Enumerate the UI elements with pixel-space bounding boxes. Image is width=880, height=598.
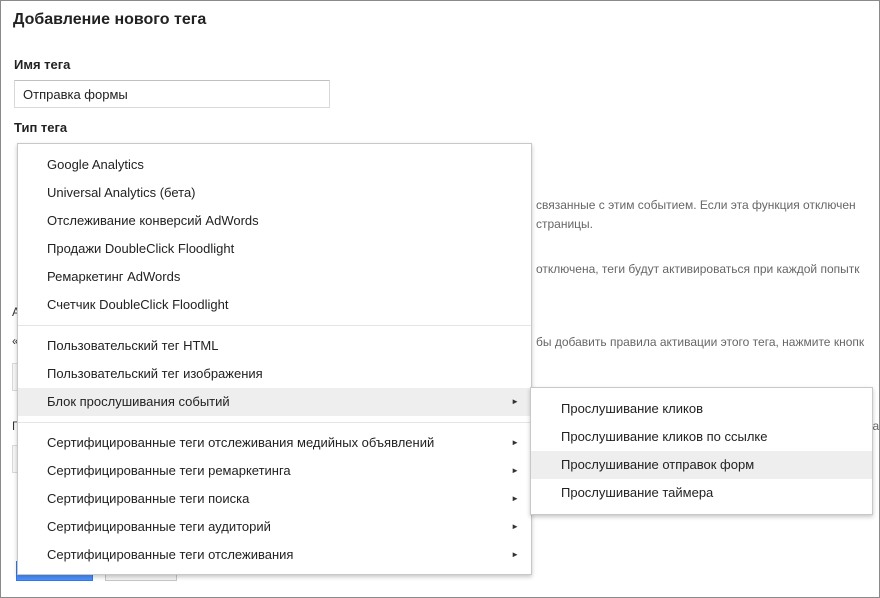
- menu-item-label: Сертифицированные теги аудиторий: [47, 519, 271, 534]
- menu-item-label: Прослушивание кликов по ссылке: [561, 429, 768, 444]
- tag-name-label: Имя тега: [14, 57, 71, 72]
- menu-item-label: Google Analytics: [47, 157, 144, 172]
- menu-item-cert-tracking[interactable]: Сертифицированные теги отслеживания ►: [18, 541, 531, 569]
- tag-type-menu: Google Analytics Universal Analytics (бе…: [17, 143, 532, 575]
- menu-item-label: Пользовательский тег изображения: [47, 366, 263, 381]
- page-title: Добавление нового тега: [13, 11, 207, 28]
- menu-item-label: Сертифицированные теги поиска: [47, 491, 250, 506]
- menu-item-custom-image[interactable]: Пользовательский тег изображения: [18, 360, 531, 388]
- menu-item-universal-analytics[interactable]: Universal Analytics (бета): [18, 179, 531, 207]
- dialog-frame: Добавление нового тега Имя тега Тип тега…: [0, 0, 880, 598]
- submenu-item-link-click-listener[interactable]: Прослушивание кликов по ссылке: [531, 423, 872, 451]
- help-text-line: страницы.: [536, 217, 594, 231]
- submenu-arrow-icon: ►: [511, 466, 519, 475]
- submenu-item-timer-listener[interactable]: Прослушивание таймера: [531, 479, 872, 507]
- menu-item-custom-html[interactable]: Пользовательский тег HTML: [18, 332, 531, 360]
- help-text-line: бы добавить правила активации этого тега…: [536, 335, 865, 349]
- menu-item-label: Счетчик DoubleClick Floodlight: [47, 297, 229, 312]
- menu-item-label: Ремаркетинг AdWords: [47, 269, 181, 284]
- submenu-arrow-icon: ►: [511, 522, 519, 531]
- menu-item-cert-search[interactable]: Сертифицированные теги поиска ►: [18, 485, 531, 513]
- menu-item-cert-audiences[interactable]: Сертифицированные теги аудиторий ►: [18, 513, 531, 541]
- menu-item-cert-remarketing[interactable]: Сертифицированные теги ремаркетинга ►: [18, 457, 531, 485]
- menu-item-floodlight-counter[interactable]: Счетчик DoubleClick Floodlight: [18, 291, 531, 319]
- menu-item-label: Пользовательский тег HTML: [47, 338, 219, 353]
- tag-type-label: Тип тега: [14, 120, 68, 135]
- help-text-line: отключена, теги будут активироваться при…: [536, 262, 860, 276]
- submenu-arrow-icon: ►: [511, 438, 519, 447]
- help-text-line: связанные с этим событием. Если эта функ…: [536, 198, 856, 212]
- menu-item-google-analytics[interactable]: Google Analytics: [18, 151, 531, 179]
- menu-item-label: Universal Analytics (бета): [47, 185, 196, 200]
- menu-item-label: Прослушивание кликов: [561, 401, 704, 416]
- submenu-arrow-icon: ►: [511, 397, 519, 406]
- menu-item-label: Продажи DoubleClick Floodlight: [47, 241, 235, 256]
- menu-separator: [18, 325, 531, 326]
- menu-item-label: Блок прослушивания событий: [47, 394, 230, 409]
- menu-separator: [18, 422, 531, 423]
- menu-item-label: Сертифицированные теги отслеживания меди…: [47, 435, 435, 450]
- event-listener-submenu: Прослушивание кликов Прослушивание клико…: [530, 387, 873, 515]
- submenu-item-form-submit-listener[interactable]: Прослушивание отправок форм: [531, 451, 872, 479]
- menu-item-label: Прослушивание таймера: [561, 485, 714, 500]
- menu-item-label: Сертифицированные теги отслеживания: [47, 547, 294, 562]
- tag-name-input[interactable]: [14, 80, 330, 108]
- submenu-arrow-icon: ►: [511, 550, 519, 559]
- menu-item-adwords-remarketing[interactable]: Ремаркетинг AdWords: [18, 263, 531, 291]
- menu-item-label: Прослушивание отправок форм: [561, 457, 755, 472]
- menu-item-label: Отслеживание конверсий AdWords: [47, 213, 259, 228]
- menu-item-label: Сертифицированные теги ремаркетинга: [47, 463, 291, 478]
- menu-item-adwords-conversion[interactable]: Отслеживание конверсий AdWords: [18, 207, 531, 235]
- submenu-item-click-listener[interactable]: Прослушивание кликов: [531, 395, 872, 423]
- menu-item-event-listener[interactable]: Блок прослушивания событий ►: [18, 388, 531, 416]
- submenu-arrow-icon: ►: [511, 494, 519, 503]
- menu-item-cert-display[interactable]: Сертифицированные теги отслеживания меди…: [18, 429, 531, 457]
- menu-item-floodlight-sales[interactable]: Продажи DoubleClick Floodlight: [18, 235, 531, 263]
